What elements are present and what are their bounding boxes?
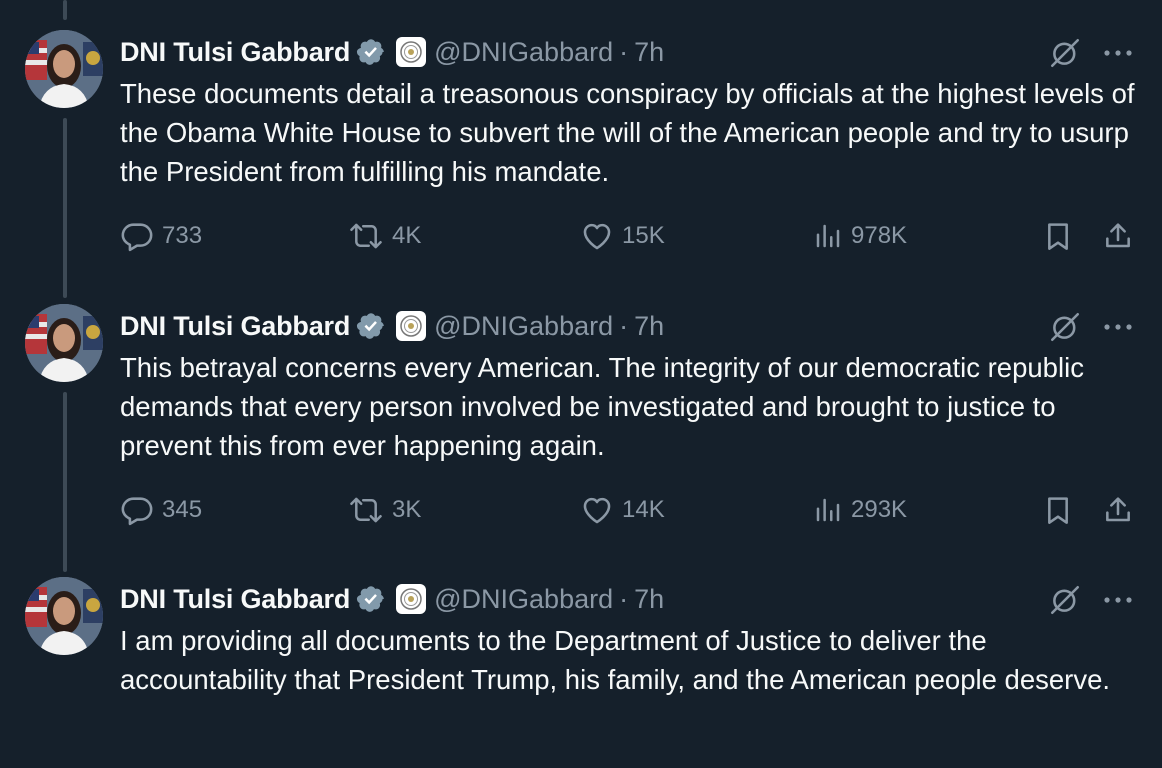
- reply-button[interactable]: 345: [120, 490, 202, 530]
- bookmark-button[interactable]: [1042, 216, 1082, 256]
- timestamp[interactable]: 7h: [634, 584, 664, 615]
- heart-icon: [583, 497, 611, 524]
- thread-line-1: [63, 118, 67, 298]
- views-count: 293K: [851, 496, 908, 523]
- dni-seal-icon[interactable]: [396, 37, 427, 67]
- more-icon[interactable]: [1098, 308, 1138, 346]
- repost-button[interactable]: 4K: [348, 216, 421, 256]
- repost-button[interactable]: 3K: [348, 490, 421, 530]
- more-icon[interactable]: [1098, 581, 1138, 619]
- like-count: 14K: [622, 496, 665, 523]
- timestamp[interactable]: 7h: [634, 311, 664, 342]
- bookmark-icon: [1048, 497, 1068, 524]
- reply-count: 733: [162, 222, 203, 249]
- avatar[interactable]: [25, 577, 103, 655]
- verified-badge-icon[interactable]: [356, 37, 386, 67]
- repost-count: 3K: [392, 496, 422, 523]
- views-icon: [816, 224, 840, 248]
- separator: ·: [619, 583, 629, 614]
- action-bar: 733 4K 15K 978K: [120, 216, 1140, 256]
- dni-seal-icon[interactable]: [396, 584, 427, 614]
- grok-icon[interactable]: [1046, 34, 1084, 72]
- avatar[interactable]: [25, 30, 103, 108]
- repost-count: 4K: [392, 222, 422, 249]
- bookmark-icon: [1048, 223, 1068, 250]
- verified-badge-icon[interactable]: [356, 311, 386, 341]
- share-button[interactable]: [1102, 216, 1142, 256]
- verified-badge-icon[interactable]: [356, 584, 386, 614]
- tweet-text: These documents detail a treasonous cons…: [120, 78, 1135, 187]
- thread-line-2: [63, 392, 67, 572]
- share-icon: [1106, 497, 1130, 522]
- grok-icon[interactable]: [1046, 581, 1084, 619]
- separator: ·: [619, 310, 629, 341]
- reply-icon: [121, 497, 153, 526]
- grok-icon[interactable]: [1046, 308, 1084, 346]
- author-handle[interactable]: @DNIGabbard: [434, 311, 613, 342]
- timestamp[interactable]: 7h: [634, 37, 664, 68]
- more-icon[interactable]: [1098, 34, 1138, 72]
- tweet-header: DNI Tulsi Gabbard @DNIGabbard · 7h: [120, 306, 664, 346]
- action-bar: 345 3K 14K 293K: [120, 490, 1140, 530]
- author-name[interactable]: DNI Tulsi Gabbard: [120, 311, 350, 342]
- views-count: 978K: [851, 222, 908, 249]
- like-count: 15K: [622, 222, 665, 249]
- tweet-header: DNI Tulsi Gabbard @DNIGabbard · 7h: [120, 32, 664, 72]
- reply-icon: [121, 223, 153, 252]
- avatar[interactable]: [25, 304, 103, 382]
- author-name[interactable]: DNI Tulsi Gabbard: [120, 37, 350, 68]
- tweet-header: DNI Tulsi Gabbard @DNIGabbard · 7h: [120, 579, 664, 619]
- dni-seal-icon[interactable]: [396, 311, 427, 341]
- author-handle[interactable]: @DNIGabbard: [434, 584, 613, 615]
- heart-icon: [583, 223, 611, 250]
- repost-icon: [350, 497, 382, 523]
- separator: ·: [619, 36, 629, 67]
- tweet-text: This betrayal concerns every American. T…: [120, 352, 1084, 461]
- reply-button[interactable]: 733: [120, 216, 202, 256]
- share-button[interactable]: [1102, 490, 1142, 530]
- views-icon: [816, 498, 840, 522]
- like-button[interactable]: 14K: [580, 490, 665, 530]
- views-button[interactable]: 978K: [813, 216, 907, 256]
- reply-count: 345: [162, 496, 203, 523]
- author-handle[interactable]: @DNIGabbard: [434, 37, 613, 68]
- like-button[interactable]: 15K: [580, 216, 665, 256]
- share-icon: [1106, 223, 1130, 248]
- repost-icon: [350, 223, 382, 249]
- tweet-text: I am providing all documents to the Depa…: [120, 625, 1111, 695]
- bookmark-button[interactable]: [1042, 490, 1082, 530]
- author-name[interactable]: DNI Tulsi Gabbard: [120, 584, 350, 615]
- thread-line-top: [63, 0, 67, 20]
- views-button[interactable]: 293K: [813, 490, 907, 530]
